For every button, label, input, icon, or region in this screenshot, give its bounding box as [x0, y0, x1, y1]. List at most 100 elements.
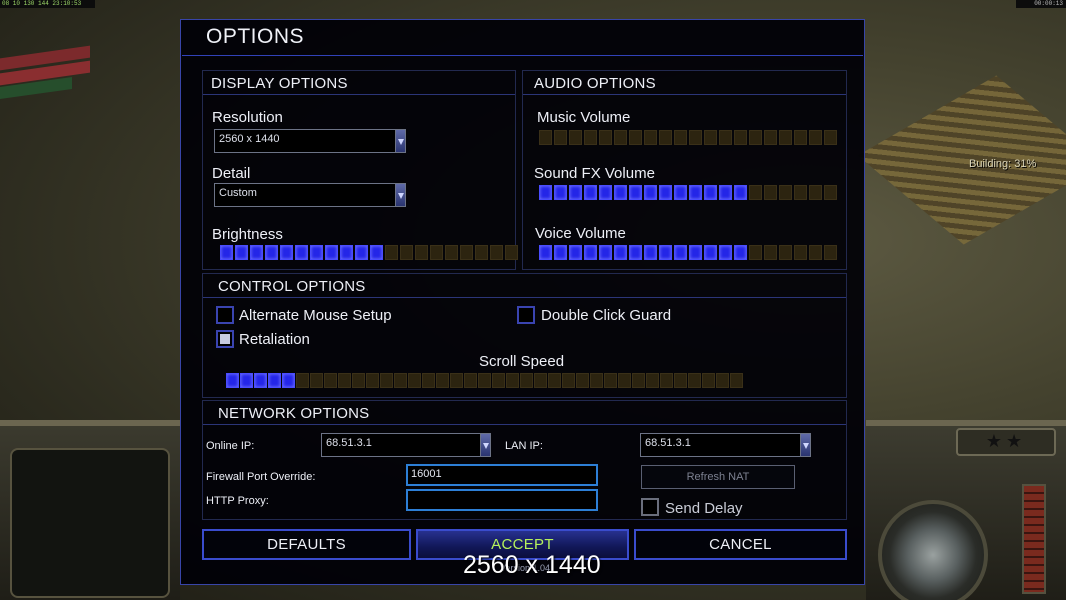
voice-volume-segment[interactable] [569, 245, 582, 260]
cancel-button[interactable]: CANCEL [634, 529, 847, 560]
double-click-guard-checkbox[interactable] [517, 306, 535, 324]
scroll-speed-segment[interactable] [464, 373, 477, 388]
voice-volume-segment[interactable] [779, 245, 792, 260]
sound-fx-volume-slider[interactable] [539, 185, 837, 201]
brightness-segment[interactable] [505, 245, 518, 260]
voice-volume-segment[interactable] [599, 245, 612, 260]
scroll-speed-segment[interactable] [324, 373, 337, 388]
voice-volume-segment[interactable] [659, 245, 672, 260]
sound-fx-volume-segment[interactable] [689, 185, 702, 200]
chevron-down-icon[interactable] [395, 130, 405, 152]
scroll-speed-segment[interactable] [590, 373, 603, 388]
music-volume-segment[interactable] [749, 130, 762, 145]
firewall-port-input[interactable]: 16001 [406, 464, 598, 486]
sound-fx-volume-segment[interactable] [614, 185, 627, 200]
scroll-speed-segment[interactable] [352, 373, 365, 388]
double-click-guard-label[interactable]: Double Click Guard [541, 307, 671, 324]
scroll-speed-segment[interactable] [296, 373, 309, 388]
chevron-down-icon[interactable] [395, 184, 405, 206]
retaliation-label[interactable]: Retaliation [239, 331, 310, 348]
sound-fx-volume-segment[interactable] [749, 185, 762, 200]
music-volume-segment[interactable] [689, 130, 702, 145]
brightness-slider[interactable] [220, 245, 518, 261]
brightness-segment[interactable] [325, 245, 338, 260]
voice-volume-segment[interactable] [629, 245, 642, 260]
scroll-speed-segment[interactable] [716, 373, 729, 388]
scroll-speed-segment[interactable] [282, 373, 295, 388]
brightness-segment[interactable] [370, 245, 383, 260]
sound-fx-volume-segment[interactable] [794, 185, 807, 200]
scroll-speed-segment[interactable] [408, 373, 421, 388]
sound-fx-volume-segment[interactable] [824, 185, 837, 200]
scroll-speed-segment[interactable] [702, 373, 715, 388]
brightness-segment[interactable] [385, 245, 398, 260]
sound-fx-volume-segment[interactable] [659, 185, 672, 200]
voice-volume-segment[interactable] [734, 245, 747, 260]
sound-fx-volume-segment[interactable] [764, 185, 777, 200]
defaults-button[interactable]: DEFAULTS [202, 529, 411, 560]
send-delay-checkbox[interactable] [641, 498, 659, 516]
brightness-segment[interactable] [460, 245, 473, 260]
voice-volume-segment[interactable] [764, 245, 777, 260]
music-volume-segment[interactable] [809, 130, 822, 145]
sound-fx-volume-segment[interactable] [734, 185, 747, 200]
sound-fx-volume-segment[interactable] [644, 185, 657, 200]
sound-fx-volume-segment[interactable] [704, 185, 717, 200]
scroll-speed-segment[interactable] [506, 373, 519, 388]
brightness-segment[interactable] [490, 245, 503, 260]
voice-volume-segment[interactable] [689, 245, 702, 260]
voice-volume-segment[interactable] [719, 245, 732, 260]
detail-dropdown[interactable]: Custom [214, 183, 406, 207]
retaliation-checkbox[interactable] [216, 330, 234, 348]
brightness-segment[interactable] [310, 245, 323, 260]
scroll-speed-segment[interactable] [646, 373, 659, 388]
scroll-speed-segment[interactable] [632, 373, 645, 388]
chevron-down-icon[interactable] [800, 434, 810, 456]
scroll-speed-segment[interactable] [688, 373, 701, 388]
brightness-segment[interactable] [340, 245, 353, 260]
voice-volume-segment[interactable] [809, 245, 822, 260]
scroll-speed-segment[interactable] [618, 373, 631, 388]
scroll-speed-segment[interactable] [268, 373, 281, 388]
brightness-segment[interactable] [235, 245, 248, 260]
music-volume-segment[interactable] [674, 130, 687, 145]
scroll-speed-slider[interactable] [226, 373, 743, 389]
sound-fx-volume-segment[interactable] [674, 185, 687, 200]
scroll-speed-segment[interactable] [492, 373, 505, 388]
alternate-mouse-label[interactable]: Alternate Mouse Setup [239, 307, 392, 324]
music-volume-segment[interactable] [824, 130, 837, 145]
music-volume-segment[interactable] [614, 130, 627, 145]
voice-volume-segment[interactable] [614, 245, 627, 260]
sound-fx-volume-segment[interactable] [569, 185, 582, 200]
sound-fx-volume-segment[interactable] [554, 185, 567, 200]
music-volume-segment[interactable] [719, 130, 732, 145]
scroll-speed-segment[interactable] [226, 373, 239, 388]
music-volume-segment[interactable] [584, 130, 597, 145]
voice-volume-segment[interactable] [554, 245, 567, 260]
music-volume-segment[interactable] [734, 130, 747, 145]
brightness-segment[interactable] [430, 245, 443, 260]
refresh-nat-button[interactable]: Refresh NAT [641, 465, 795, 489]
voice-volume-segment[interactable] [704, 245, 717, 260]
music-volume-segment[interactable] [794, 130, 807, 145]
brightness-segment[interactable] [355, 245, 368, 260]
voice-volume-segment[interactable] [674, 245, 687, 260]
scroll-speed-segment[interactable] [730, 373, 743, 388]
sound-fx-volume-segment[interactable] [629, 185, 642, 200]
music-volume-segment[interactable] [764, 130, 777, 145]
scroll-speed-segment[interactable] [576, 373, 589, 388]
brightness-segment[interactable] [220, 245, 233, 260]
brightness-segment[interactable] [445, 245, 458, 260]
voice-volume-segment[interactable] [794, 245, 807, 260]
scroll-speed-segment[interactable] [380, 373, 393, 388]
scroll-speed-segment[interactable] [674, 373, 687, 388]
sound-fx-volume-segment[interactable] [539, 185, 552, 200]
music-volume-segment[interactable] [569, 130, 582, 145]
brightness-segment[interactable] [400, 245, 413, 260]
scroll-speed-segment[interactable] [254, 373, 267, 388]
voice-volume-slider[interactable] [539, 245, 837, 261]
voice-volume-segment[interactable] [584, 245, 597, 260]
scroll-speed-segment[interactable] [310, 373, 323, 388]
online-ip-dropdown[interactable]: 68.51.3.1 [321, 433, 491, 457]
music-volume-segment[interactable] [554, 130, 567, 145]
